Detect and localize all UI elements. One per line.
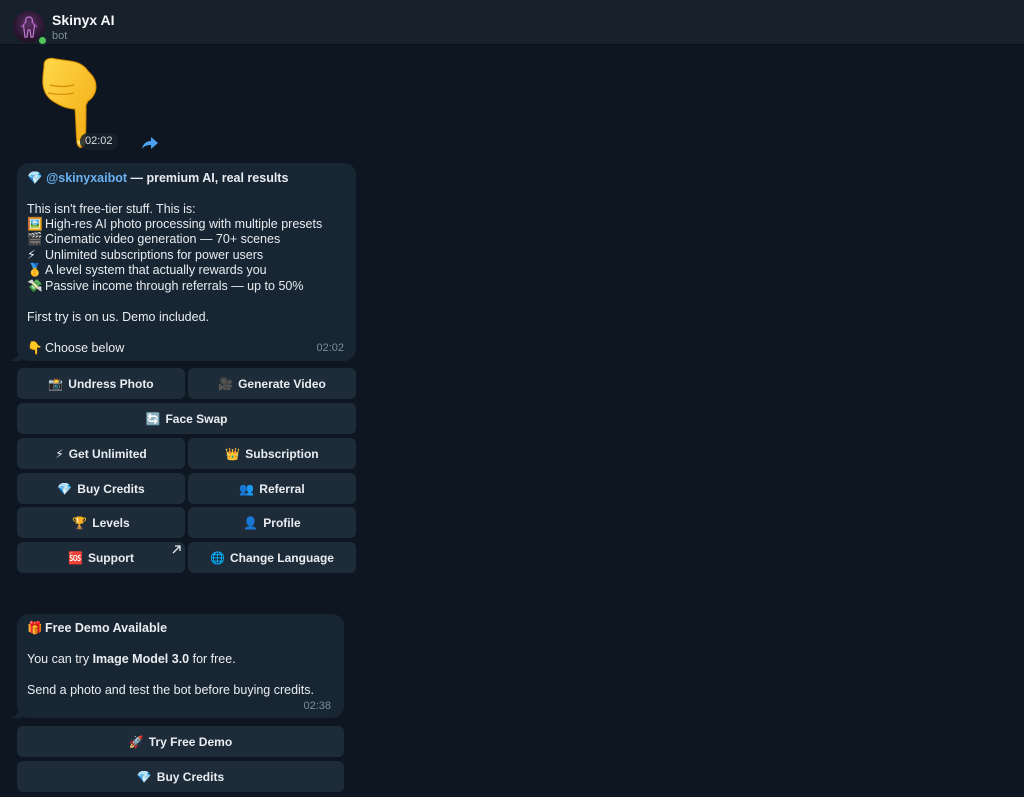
buy-credits-demo-button[interactable]: 💎 Buy Credits [17,761,344,792]
bubble-tail [10,706,22,718]
camera-icon: 📸 [48,376,64,391]
button-label: Try Free Demo [148,734,233,749]
choose-below: 👇 Choose below [27,341,124,356]
undress-photo-button[interactable]: 📸 Undress Photo [17,368,185,399]
button-label: Face Swap [165,411,228,426]
clapper-icon: 🎬 [27,232,43,246]
diamond-icon: 💎 [57,481,73,496]
money-icon: 💸 [27,279,43,293]
external-link-icon [172,545,181,554]
sos-icon: 🆘 [68,550,83,565]
levels-button[interactable]: 🏆 Levels [17,507,185,538]
button-label: Support [87,550,134,565]
trophy-icon: 🏆 [72,515,88,530]
feature-item: 🥇 A level system that actually rewards yo… [27,263,267,278]
feature-text: Cinematic video generation — 70+ scenes [45,232,281,246]
swap-arrows-icon: 🔄 [145,411,161,426]
support-button[interactable]: 🆘 Support [17,542,185,573]
button-label: Get Unlimited [68,446,147,461]
feature-text: Passive income through referrals — up to… [45,279,304,293]
feature-text: A level system that actually rewards you [45,263,267,277]
profile-button[interactable]: 👤 Profile [188,507,356,538]
face-swap-button[interactable]: 🔄 Face Swap [17,403,356,434]
message-bubble-intro: 💎 @skinyxaibot — premium AI, real result… [10,163,356,361]
try-free-demo-button[interactable]: 🚀 Try Free Demo [17,726,344,757]
people-icon: 👥 [239,481,255,496]
globe-icon: 🌐 [210,550,225,565]
button-label: Profile [263,515,301,530]
bot-mention-link[interactable]: @skinyxaibot [46,171,127,185]
medal-icon: 🥇 [27,263,43,277]
first-try-text: First try is on us. Demo included. [27,310,210,324]
message-timestamp: 02:02 [316,341,344,354]
button-label: Referral [259,481,305,496]
button-label: Buy Credits [77,481,145,496]
chat-title: Skinyx AI [52,12,115,28]
diamond-icon: 💎 [136,769,152,784]
try-prefix: You can try [27,652,93,666]
online-status-dot [37,35,48,46]
crown-icon: 👑 [225,446,241,461]
feature-item: ⚡ Unlimited subscriptions for power users [27,248,263,263]
demo-try-text: You can try Image Model 3.0 for free. [27,652,236,667]
demo-title: 🎁 Free Demo Available [27,621,167,636]
button-label: Levels [92,515,130,530]
subscription-button[interactable]: 👑 Subscription [188,438,356,469]
message-bubble-demo: 🎁 Free Demo Available You can try Image M… [10,614,344,718]
generate-video-button[interactable]: 🎥 Generate Video [188,368,356,399]
intro-title: 💎 @skinyxaibot — premium AI, real result… [27,171,288,186]
referral-button[interactable]: 👥 Referral [188,473,356,504]
try-suffix: for free. [189,652,236,666]
chat-subtitle: bot [52,30,68,42]
intro-title-text: — premium AI, real results [127,171,289,185]
button-label: Undress Photo [68,376,154,391]
button-label: Generate Video [238,376,326,391]
feature-text: High-res AI photo processing with multip… [45,217,323,231]
point-down-icon: 👇 [27,341,43,355]
buy-credits-button[interactable]: 💎 Buy Credits [17,473,185,504]
rocket-icon: 🚀 [128,734,144,749]
forward-icon[interactable] [140,134,160,152]
button-label: Buy Credits [156,769,225,784]
video-camera-icon: 🎥 [218,376,234,391]
get-unlimited-button[interactable]: ⚡ Get Unlimited [17,438,185,469]
feature-item: 🖼️ High-res AI photo processing with mult… [27,217,322,232]
lightning-icon: ⚡ [27,248,36,262]
sticker-timestamp: 02:02 [80,133,118,150]
chat-header[interactable]: Skinyx AI bot [0,4,1024,46]
model-name: Image Model 3.0 [92,652,190,666]
person-icon: 👤 [243,515,259,530]
change-language-button[interactable]: 🌐 Change Language [188,542,356,573]
choose-below-text: Choose below [45,341,125,355]
bubble-tail [10,349,22,361]
button-label: Subscription [245,446,319,461]
feature-text: Unlimited subscriptions for power users [45,248,264,262]
button-label: Change Language [229,550,334,565]
message-timestamp: 02:38 [303,699,331,712]
picture-icon: 🖼️ [27,217,43,231]
feature-item: 💸 Passive income through referrals — up t… [27,279,303,294]
demo-title-text: Free Demo Available [45,621,168,635]
gift-icon: 🎁 [27,621,43,635]
intro-text: This isn't free-tier stuff. This is: [27,202,196,216]
feature-item: 🎬 Cinematic video generation — 70+ scenes [27,232,280,247]
lightning-icon: ⚡ [55,446,64,461]
diamond-icon: 💎 [27,171,43,185]
demo-send-text: Send a photo and test the bot before buy… [27,683,315,697]
